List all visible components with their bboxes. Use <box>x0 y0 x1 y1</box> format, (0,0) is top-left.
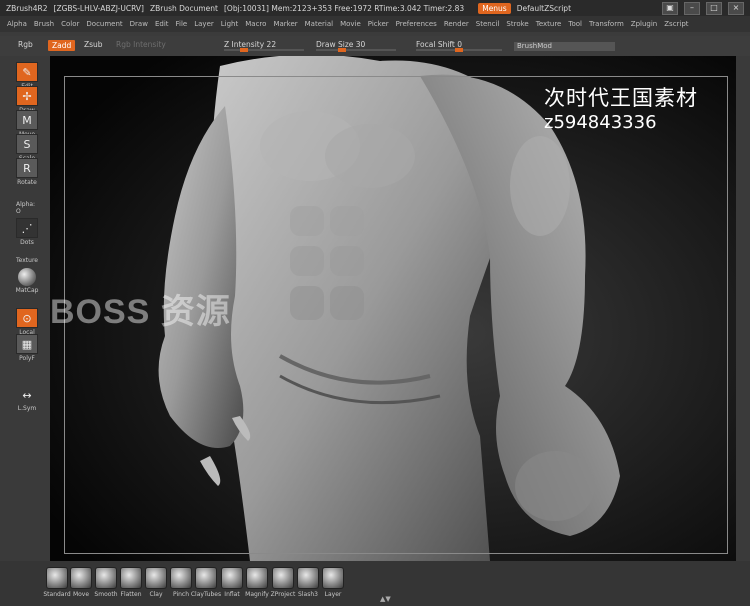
edit-icon: ✎ <box>16 62 38 82</box>
menu-item[interactable]: Document <box>86 20 122 28</box>
texture-slot[interactable]: Texture <box>16 256 38 264</box>
brush-inflat-icon <box>221 567 243 589</box>
brush-slash3[interactable]: Slash3 <box>295 567 321 598</box>
brush-move-icon <box>70 567 92 589</box>
menu-item[interactable]: Brush <box>34 20 54 28</box>
brush-smooth-icon <box>95 567 117 589</box>
scale-icon: S <box>16 134 38 154</box>
menu-item[interactable]: Stroke <box>506 20 528 28</box>
brush-flatten[interactable]: Flatten <box>118 567 144 598</box>
left-shelf: ✎ Edit ✢ Draw M Move S Scale R Rotate Al… <box>0 56 50 561</box>
menu-item[interactable]: Movie <box>340 20 361 28</box>
polyf-button[interactable]: ▦ PolyF <box>16 334 38 362</box>
z-intensity-label: Z Intensity 22 <box>224 40 277 49</box>
alpha-slot[interactable]: Alpha: O <box>16 200 38 215</box>
move-icon: M <box>16 110 38 130</box>
rotate-tool[interactable]: R Rotate <box>16 158 38 186</box>
brush-magnify-icon <box>246 567 268 589</box>
menus-button[interactable]: Menus <box>478 2 511 14</box>
brush-zproject-icon <box>272 567 294 589</box>
menu-item[interactable]: Picker <box>368 20 389 28</box>
rgb-toggle[interactable]: Rgb <box>18 40 33 49</box>
brush-settings-toolbar: Rgb Zadd Zsub Rgb Intensity Z Intensity … <box>0 36 750 56</box>
brush-move[interactable]: Move <box>68 567 94 598</box>
watermark-title: 次时代王国素材 <box>544 86 698 110</box>
zadd-toggle[interactable]: Zadd <box>48 40 76 51</box>
menu-item[interactable]: Preferences <box>396 20 437 28</box>
close-icon[interactable]: × <box>728 2 744 15</box>
right-shelf <box>736 56 750 561</box>
menu-item[interactable]: Zscript <box>664 20 688 28</box>
local-button[interactable]: ⊙ Local <box>16 308 38 336</box>
brush-pinch-icon <box>170 567 192 589</box>
title-bar: ZBrush4R2 [ZGBS-LHLV-ABZJ-UCRV] ZBrush D… <box>0 0 750 16</box>
focal-shift-slider[interactable] <box>416 48 502 52</box>
brush-zproject[interactable]: ZProject <box>270 567 296 598</box>
draw-size-slider[interactable] <box>316 48 396 52</box>
brush-flatten-icon <box>120 567 142 589</box>
document-name: ZBrush Document <box>149 3 218 13</box>
menu-item[interactable]: Macro <box>245 20 266 28</box>
window-controls: ▣ – □ × <box>662 2 744 15</box>
stroke-dots[interactable]: ⋰ Dots <box>16 218 38 246</box>
brush-smooth[interactable]: Smooth <box>93 567 119 598</box>
brush-clay-icon <box>145 567 167 589</box>
dots-stroke-icon: ⋰ <box>16 218 38 238</box>
menu-item[interactable]: Color <box>61 20 79 28</box>
menu-item[interactable]: Tool <box>568 20 582 28</box>
rgb-intensity-slider[interactable]: Rgb Intensity <box>116 40 166 49</box>
zbrush-window: ZBrush4R2 [ZGBS-LHLV-ABZJ-UCRV] ZBrush D… <box>0 0 750 606</box>
minimize-icon[interactable]: – <box>684 2 700 15</box>
brush-layer-icon <box>322 567 344 589</box>
main-menu-bar: Alpha Brush Color Document Draw Edit Fil… <box>0 16 750 32</box>
app-name: ZBrush4R2 <box>6 3 48 13</box>
brushmod-field[interactable]: BrushMod <box>514 42 615 51</box>
brush-shelf: Standard Move Smooth Flatten Clay Pinch … <box>0 561 750 606</box>
menu-item[interactable]: Texture <box>536 20 562 28</box>
menu-item[interactable]: Stencil <box>476 20 500 28</box>
menu-item[interactable]: Material <box>305 20 333 28</box>
brush-standard[interactable]: Standard <box>43 567 71 598</box>
memory-stats: [Obj:10031] Mem:2123+353 Free:1972 RTime… <box>224 3 465 13</box>
symmetry-icon: ↔ <box>17 386 37 404</box>
default-zscript-button[interactable]: DefaultZScript <box>517 4 571 13</box>
brush-claytubes-icon <box>195 567 217 589</box>
polyframe-icon: ▦ <box>16 334 38 354</box>
document-canvas[interactable]: 次时代王国素材 z594843336 BOSS 资源 <box>50 56 736 561</box>
brush-magnify[interactable]: Magnify <box>244 567 270 598</box>
menu-item[interactable]: Zplugin <box>631 20 657 28</box>
menu-item[interactable]: Alpha <box>7 20 27 28</box>
menu-item[interactable]: Marker <box>273 20 297 28</box>
tray-toggle-icon[interactable]: ▲▼ <box>380 595 391 603</box>
menu-item[interactable]: Transform <box>589 20 624 28</box>
watermark-boss: BOSS 资源 <box>50 293 231 331</box>
menu-item[interactable]: Edit <box>155 20 169 28</box>
draw-icon: ✢ <box>16 86 38 106</box>
menu-item[interactable]: Layer <box>194 20 214 28</box>
maximize-icon[interactable]: □ <box>706 2 722 15</box>
rotate-icon: R <box>16 158 38 178</box>
zsub-toggle[interactable]: Zsub <box>84 40 103 49</box>
menu-item[interactable]: Render <box>444 20 469 28</box>
menu-item[interactable]: Draw <box>130 20 148 28</box>
serial-number: [ZGBS-LHLV-ABZJ-UCRV] <box>53 3 144 13</box>
watermark-id: z594843336 <box>544 112 657 133</box>
local-icon: ⊙ <box>16 308 38 328</box>
matcap-sphere-icon <box>18 268 36 286</box>
brush-clay[interactable]: Clay <box>143 567 169 598</box>
menu-item[interactable]: File <box>176 20 188 28</box>
brush-claytubes[interactable]: ClayTubes <box>191 567 221 598</box>
brush-layer[interactable]: Layer <box>320 567 346 598</box>
matcap-slot[interactable]: MatCap <box>16 268 38 294</box>
brush-slash3-icon <box>297 567 319 589</box>
menu-item[interactable]: Light <box>221 20 238 28</box>
z-intensity-slider[interactable] <box>224 48 304 52</box>
brush-inflat[interactable]: Inflat <box>219 567 245 598</box>
lsym-button[interactable]: ↔ L.Sym <box>16 386 38 412</box>
lock-icon[interactable]: ▣ <box>662 2 678 15</box>
brush-standard-icon <box>46 567 68 589</box>
